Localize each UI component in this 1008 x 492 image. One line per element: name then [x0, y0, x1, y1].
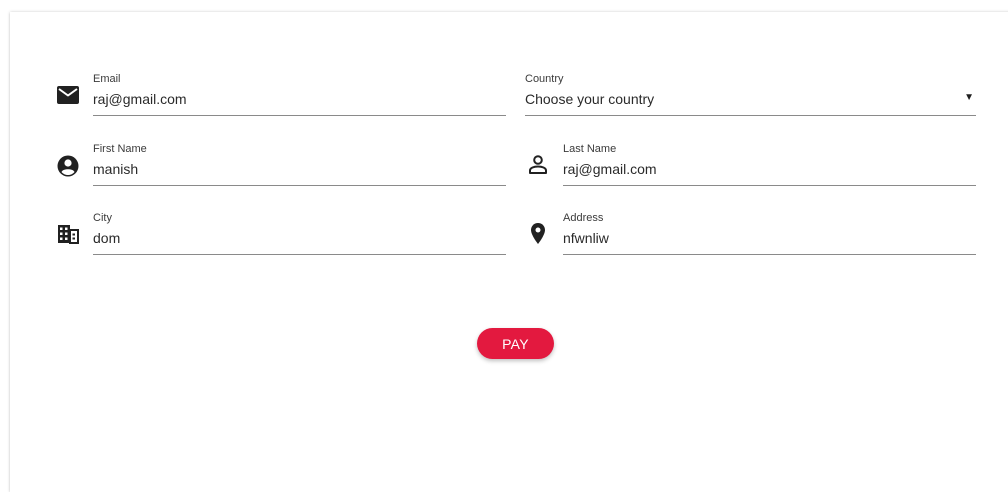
- city-field[interactable]: City dom: [93, 212, 506, 268]
- email-input[interactable]: raj@gmail.com: [93, 90, 187, 108]
- address-label: Address: [563, 212, 604, 224]
- address-underline: [563, 254, 976, 255]
- mail-icon: [57, 86, 79, 104]
- last-name-label: Last Name: [563, 143, 617, 155]
- country-select[interactable]: Country Choose your country ▼: [525, 73, 976, 129]
- address-input[interactable]: nfwnliw: [563, 229, 609, 247]
- first-name-input[interactable]: manish: [93, 160, 138, 178]
- last-name-input[interactable]: raj@gmail.com: [563, 160, 657, 178]
- city-label: City: [93, 212, 112, 224]
- account-circle-icon: [57, 155, 79, 177]
- country-selected-value[interactable]: Choose your country: [525, 90, 654, 108]
- last-name-underline: [563, 185, 976, 186]
- email-label: Email: [93, 73, 121, 85]
- last-name-field[interactable]: Last Name raj@gmail.com: [563, 143, 976, 199]
- country-label: Country: [525, 73, 564, 85]
- person-outline-icon: [529, 155, 547, 174]
- address-field[interactable]: Address nfwnliw: [563, 212, 976, 268]
- pay-button[interactable]: PAY: [477, 328, 554, 359]
- first-name-underline: [93, 185, 506, 186]
- city-underline: [93, 254, 506, 255]
- first-name-field[interactable]: First Name manish: [93, 143, 506, 199]
- location-pin-icon: [531, 223, 545, 244]
- email-underline: [93, 115, 506, 116]
- building-icon: [58, 225, 79, 244]
- country-underline: [525, 115, 976, 116]
- city-input[interactable]: dom: [93, 229, 120, 247]
- dropdown-caret-icon[interactable]: ▼: [964, 92, 974, 104]
- first-name-label: First Name: [93, 143, 147, 155]
- email-field[interactable]: Email raj@gmail.com: [93, 73, 506, 129]
